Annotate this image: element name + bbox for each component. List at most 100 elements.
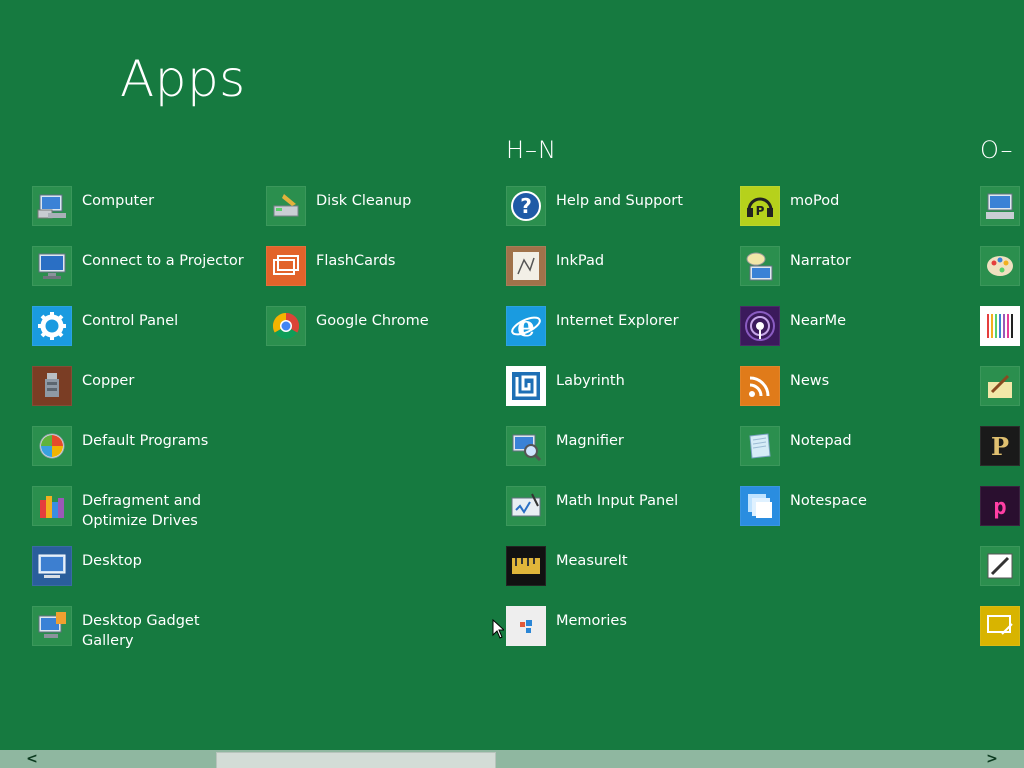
math-input-icon — [506, 486, 546, 526]
app-math-input-panel[interactable]: Math Input Panel — [506, 486, 736, 540]
app-partial-7[interactable] — [980, 546, 1024, 600]
svg-text:?: ? — [520, 194, 532, 218]
app-label: Magnifier — [556, 433, 624, 449]
app-label: Control Panel — [82, 313, 179, 329]
start-apps-screen: Apps H–N O– Computer Connect to a Projec… — [0, 0, 1024, 768]
app-desktop[interactable]: Desktop — [32, 546, 262, 600]
snipping-icon — [980, 546, 1020, 586]
app-measureit[interactable]: MeasureIt — [506, 546, 736, 600]
disk-cleanup-icon — [266, 186, 306, 226]
scroll-right-arrow[interactable]: > — [982, 750, 1002, 768]
pen-icon — [980, 366, 1020, 406]
notepad-icon — [740, 426, 780, 466]
desktop-icon — [32, 546, 72, 586]
magnifier-icon — [506, 426, 546, 466]
measureit-icon — [506, 546, 546, 586]
app-news[interactable]: News — [740, 366, 970, 420]
app-nearme[interactable]: NearMe — [740, 306, 970, 360]
app-mopod[interactable]: P moPod — [740, 186, 970, 240]
app-notespace[interactable]: Notespace — [740, 486, 970, 540]
app-desktop-gadget-gallery[interactable]: Desktop Gadget Gallery — [32, 606, 262, 660]
app-label: Notepad — [790, 433, 852, 449]
scrollbar-thumb[interactable] — [216, 752, 496, 768]
app-partial-6[interactable]: p — [980, 486, 1024, 540]
copper-icon — [32, 366, 72, 406]
app-label: Memories — [556, 613, 627, 629]
scroll-left-arrow[interactable]: < — [22, 750, 42, 768]
pink-p-icon: p — [980, 486, 1020, 526]
app-connect-to-a-projector[interactable]: Connect to a Projector — [32, 246, 262, 300]
app-labyrinth[interactable]: Labyrinth — [506, 366, 736, 420]
app-label: NearMe — [790, 313, 847, 329]
app-label: Computer — [82, 193, 155, 209]
app-label: FlashCards — [316, 253, 396, 269]
chrome-icon — [266, 306, 306, 346]
group-header-o[interactable]: O– — [980, 136, 1014, 164]
app-partial-5[interactable]: P — [980, 426, 1024, 480]
svg-text:p: p — [993, 495, 1006, 520]
app-narrator[interactable]: Narrator — [740, 246, 970, 300]
mopod-icon: P — [740, 186, 780, 226]
app-label: Narrator — [790, 253, 851, 269]
nearme-icon — [740, 306, 780, 346]
defrag-icon — [32, 486, 72, 526]
color-bars-icon — [980, 306, 1020, 346]
app-partial-2[interactable] — [980, 246, 1024, 300]
computer-icon — [32, 186, 72, 226]
help-icon: ? — [506, 186, 546, 226]
gothic-p-icon: P — [980, 426, 1020, 466]
app-partial-8[interactable] — [980, 606, 1024, 660]
app-label: Google Chrome — [316, 313, 429, 329]
app-computer[interactable]: Computer — [32, 186, 262, 240]
keyboard-icon — [980, 186, 1020, 226]
app-partial-1[interactable] — [980, 186, 1024, 240]
app-disk-cleanup[interactable]: Disk Cleanup — [266, 186, 496, 240]
app-partial-4[interactable] — [980, 366, 1024, 420]
app-google-chrome[interactable]: Google Chrome — [266, 306, 496, 360]
app-inkpad[interactable]: InkPad — [506, 246, 736, 300]
ie-icon: e — [506, 306, 546, 346]
paint-icon — [980, 246, 1020, 286]
app-memories[interactable]: Memories — [506, 606, 736, 660]
notespace-icon — [740, 486, 780, 526]
page-title: Apps — [120, 50, 246, 108]
app-label: News — [790, 373, 830, 389]
memories-icon — [506, 606, 546, 646]
app-magnifier[interactable]: Magnifier — [506, 426, 736, 480]
labyrinth-icon — [506, 366, 546, 406]
app-control-panel[interactable]: Control Panel — [32, 306, 262, 360]
inkpad-icon — [506, 246, 546, 286]
narrator-icon — [740, 246, 780, 286]
app-copper[interactable]: Copper — [32, 366, 262, 420]
app-label: Desktop — [82, 553, 142, 569]
app-label: moPod — [790, 193, 840, 209]
app-label: Desktop Gadget Gallery — [82, 613, 200, 649]
app-defragment-and-optimize-drives[interactable]: Defragment and Optimize Drives — [32, 486, 262, 540]
app-notepad[interactable]: Notepad — [740, 426, 970, 480]
app-label: Notespace — [790, 493, 867, 509]
app-label: Copper — [82, 373, 135, 389]
svg-text:e: e — [517, 310, 535, 343]
app-label: Internet Explorer — [556, 313, 679, 329]
flashcards-icon — [266, 246, 306, 286]
app-partial-3[interactable] — [980, 306, 1024, 360]
svg-text:P: P — [991, 432, 1009, 461]
group-header-h-n[interactable]: H–N — [506, 136, 557, 164]
app-flashcards[interactable]: FlashCards — [266, 246, 496, 300]
default-programs-icon — [32, 426, 72, 466]
remote-icon — [980, 606, 1020, 646]
mouse-cursor — [492, 618, 506, 643]
app-default-programs[interactable]: Default Programs — [32, 426, 262, 480]
app-help-and-support[interactable]: ? Help and Support — [506, 186, 736, 240]
projector-icon — [32, 246, 72, 286]
app-label: Connect to a Projector — [82, 253, 244, 269]
app-internet-explorer[interactable]: e Internet Explorer — [506, 306, 736, 360]
gear-icon — [32, 306, 72, 346]
app-label: InkPad — [556, 253, 605, 269]
app-label: Defragment and Optimize Drives — [82, 493, 202, 529]
app-label: Disk Cleanup — [316, 193, 412, 209]
app-label: Labyrinth — [556, 373, 625, 389]
app-label: Default Programs — [82, 433, 209, 449]
horizontal-scrollbar[interactable]: < > — [0, 750, 1024, 768]
svg-text:P: P — [756, 204, 765, 218]
